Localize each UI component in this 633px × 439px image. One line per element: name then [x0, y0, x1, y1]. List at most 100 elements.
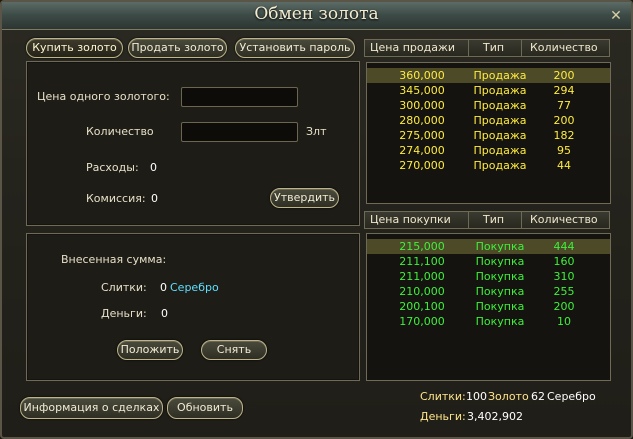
tab-sell-gold[interactable]: Продать золото — [128, 38, 227, 58]
deposit-money-label: Деньги: — [101, 307, 147, 320]
header-divider — [468, 212, 469, 228]
sell-orders-table: 360,000 Продажа 200 345,000 Продажа 294 300,00… — [366, 62, 611, 204]
commission-label: Комиссия: — [86, 192, 146, 205]
row-price: 280,000 — [399, 114, 445, 127]
row-qty: 200 — [553, 69, 575, 82]
deposit-money-value: 0 — [161, 307, 168, 320]
header-divider — [521, 40, 522, 56]
refresh-button[interactable]: Обновить — [167, 397, 243, 419]
row-qty: 294 — [553, 84, 575, 97]
row-qty: 77 — [557, 99, 571, 112]
row-price: 275,000 — [399, 129, 445, 142]
row-price: 210,000 — [399, 285, 445, 298]
put-button[interactable]: Положить — [117, 340, 183, 360]
balance-silver-label: Серебро — [547, 390, 596, 403]
sell-price-header: Цена продажи — [370, 41, 456, 54]
row-price: 170,000 — [399, 315, 445, 328]
row-type: Покупка — [475, 270, 525, 283]
table-row[interactable]: 280,000 Продажа 200 — [367, 113, 610, 128]
commission-value: 0 — [151, 192, 158, 205]
price-input[interactable] — [181, 87, 298, 107]
balance-ingots-label: Слитки: — [420, 390, 466, 403]
balance-money-label: Деньги: — [420, 410, 466, 423]
title-bar[interactable]: Обмен золота ✕ — [2, 2, 631, 30]
balance-ingots-value: 100 — [466, 390, 487, 403]
row-type: Продажа — [473, 144, 527, 157]
buy-orders-table: 215,000 Покупка 444 211,100 Покупка 160 211,00… — [366, 233, 611, 381]
row-type: Продажа — [473, 114, 527, 127]
table-row[interactable]: 200,100 Покупка 200 — [367, 299, 610, 314]
row-qty: 44 — [557, 159, 571, 172]
deals-info-button[interactable]: Информация о сделках — [20, 397, 163, 419]
table-row[interactable]: 345,000 Продажа 294 — [367, 83, 610, 98]
table-row[interactable]: 211,000 Покупка 310 — [367, 269, 610, 284]
order-form-panel: Цена одного золотого: Количество Злт Рас… — [26, 61, 360, 226]
close-icon[interactable]: ✕ — [605, 6, 627, 26]
deposit-ingots-value: 0 — [160, 281, 167, 294]
quantity-label: Количество — [86, 125, 154, 138]
row-price: 211,100 — [399, 255, 445, 268]
row-qty: 444 — [553, 240, 575, 253]
row-price: 300,000 — [399, 99, 445, 112]
row-price: 270,000 — [399, 159, 445, 172]
row-qty: 160 — [553, 255, 575, 268]
table-row[interactable]: 274,000 Продажа 95 — [367, 143, 610, 158]
quantity-unit: Злт — [306, 125, 327, 138]
buy-price-header: Цена покупки — [370, 213, 451, 226]
row-type: Покупка — [475, 255, 525, 268]
table-row[interactable]: 170,000 Покупка 10 — [367, 314, 610, 329]
buy-qty-header: Количество — [530, 213, 598, 226]
balance-gold-label: Золото — [488, 390, 529, 403]
row-qty: 255 — [553, 285, 575, 298]
table-row[interactable]: 210,000 Покупка 255 — [367, 284, 610, 299]
buy-type-header: Тип — [483, 213, 505, 226]
buy-table-header: Цена покупки Тип Количество — [364, 211, 610, 229]
header-divider — [521, 212, 522, 228]
table-row[interactable]: 211,100 Покупка 160 — [367, 254, 610, 269]
header-divider — [468, 40, 469, 56]
deposit-ingots-label: Слитки: — [101, 281, 147, 294]
deposit-panel: Внесенная сумма: Слитки: 0 Серебро Деньг… — [26, 233, 360, 381]
row-type: Покупка — [475, 285, 525, 298]
table-row[interactable]: 300,000 Продажа 77 — [367, 98, 610, 113]
expense-value: 0 — [150, 161, 157, 174]
row-type: Продажа — [473, 159, 527, 172]
row-qty: 10 — [557, 315, 571, 328]
row-type: Покупка — [475, 300, 525, 313]
row-type: Продажа — [473, 84, 527, 97]
row-type: Покупка — [475, 315, 525, 328]
deposit-silver-unit: Серебро — [170, 281, 219, 294]
table-row[interactable]: 275,000 Продажа 182 — [367, 128, 610, 143]
row-qty: 182 — [553, 129, 575, 142]
table-row[interactable]: 360,000 Продажа 200 — [367, 68, 610, 83]
deposit-title: Внесенная сумма: — [61, 253, 167, 266]
balance-gold-value: 62 — [531, 390, 545, 403]
row-price: 215,000 — [399, 240, 445, 253]
row-price: 211,000 — [399, 270, 445, 283]
sell-table-header: Цена продажи Тип Количество — [364, 39, 610, 57]
row-qty: 200 — [553, 114, 575, 127]
row-price: 274,000 — [399, 144, 445, 157]
table-row[interactable]: 270,000 Продажа 44 — [367, 158, 610, 173]
sell-type-header: Тип — [483, 41, 505, 54]
price-label: Цена одного золотого: — [37, 90, 170, 103]
row-type: Продажа — [473, 99, 527, 112]
row-price: 345,000 — [399, 84, 445, 97]
row-type: Продажа — [473, 129, 527, 142]
quantity-input[interactable] — [181, 122, 298, 142]
tab-buy-gold[interactable]: Купить золото — [26, 38, 123, 58]
gold-exchange-window: Обмен золота ✕ Купить золото Продать зол… — [0, 0, 633, 439]
table-row[interactable]: 215,000 Покупка 444 — [367, 239, 610, 254]
sell-qty-header: Количество — [530, 41, 598, 54]
row-price: 360,000 — [399, 69, 445, 82]
expense-label: Расходы: — [86, 161, 139, 174]
row-qty: 95 — [557, 144, 571, 157]
take-button[interactable]: Снять — [201, 340, 267, 360]
row-type: Покупка — [475, 240, 525, 253]
balance-money-value: 3,402,902 — [467, 410, 523, 423]
row-type: Продажа — [473, 69, 527, 82]
window-title: Обмен золота — [254, 4, 379, 24]
row-qty: 200 — [553, 300, 575, 313]
set-password-button[interactable]: Установить пароль — [235, 38, 355, 58]
confirm-button[interactable]: Утвердить — [270, 188, 339, 208]
